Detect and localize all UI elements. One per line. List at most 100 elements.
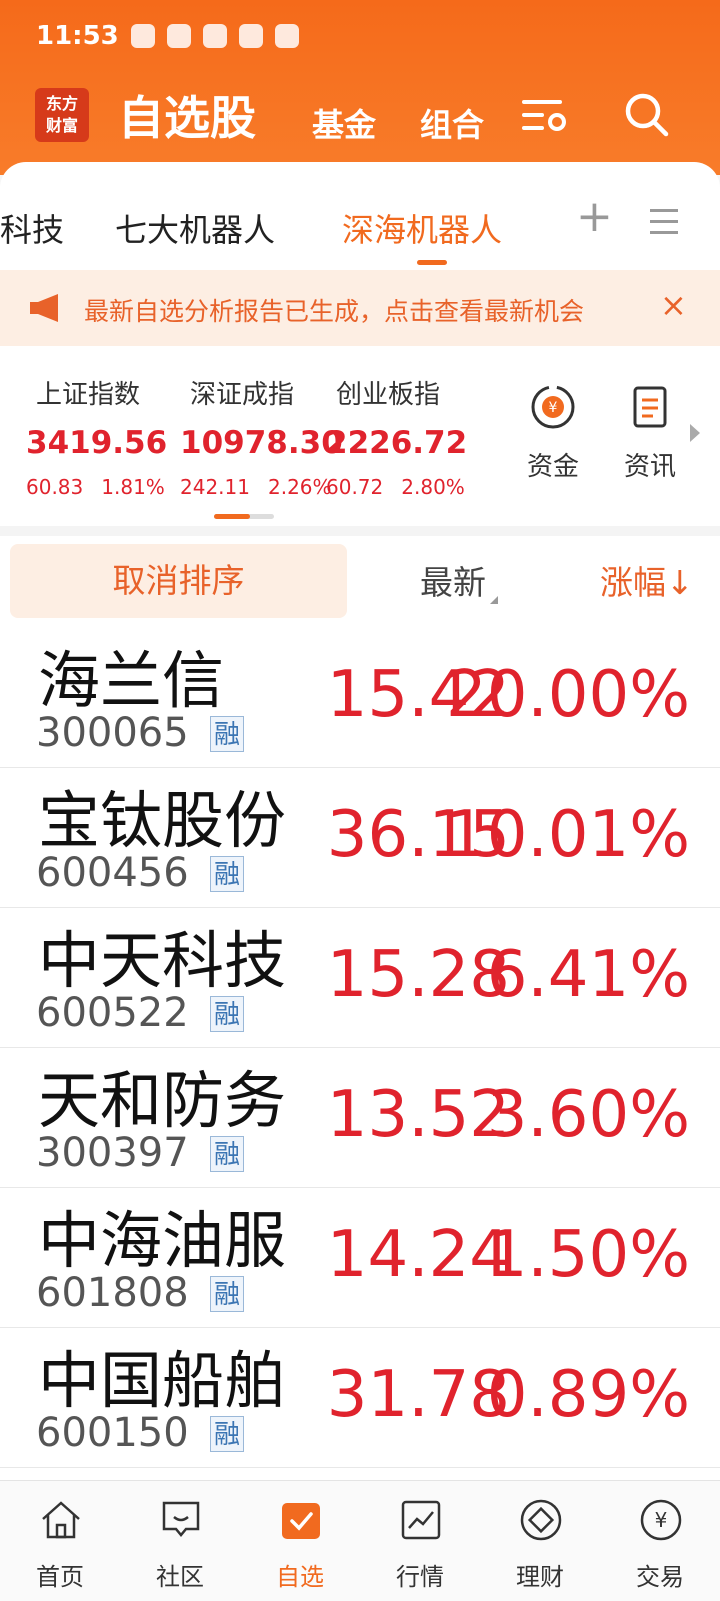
wechat-icon <box>166 24 191 48</box>
report-notice-banner[interactable]: 最新自选分析报告已生成，点击查看最新机会 × <box>0 270 720 346</box>
nav-community[interactable]: 社区 <box>120 1481 240 1601</box>
tab-seven-robots[interactable]: 七大机器人 <box>115 205 275 251</box>
top-bar: 11:53 东方 财富 自选股 基金 组合 <box>0 0 720 175</box>
page-title[interactable]: 自选股 <box>118 82 256 148</box>
index-card[interactable]: 创业板指 2226.72 60.72 2.80% <box>326 374 476 499</box>
fund-tab[interactable]: 基金 <box>312 100 376 146</box>
stock-code: 600522 <box>36 990 189 1036</box>
bottom-nav: 首页 社区 自选 行情 理财 ¥ 交易 <box>0 1480 720 1601</box>
index-strip: 上证指数 3419.56 60.83 1.81% 深证成指 10978.30 24… <box>0 346 720 526</box>
nav-label: 自选 <box>276 1563 324 1591</box>
svg-text:¥: ¥ <box>549 400 558 416</box>
divider <box>0 526 720 536</box>
stock-change: 10.01% <box>445 798 690 872</box>
add-group-icon[interactable]: + <box>576 191 613 242</box>
tab-tech[interactable]: 科技 <box>0 205 64 251</box>
table-row[interactable]: 宝钛股份 600456 融 36.15 10.01% <box>0 768 720 908</box>
index-card[interactable]: 深证成指 10978.30 242.11 2.26% <box>180 374 343 499</box>
book-icon <box>238 24 263 48</box>
nav-label: 社区 <box>156 1563 204 1591</box>
nav-label: 理财 <box>516 1563 564 1591</box>
stock-name: 中天科技 <box>38 924 287 997</box>
notice-text: 最新自选分析报告已生成，点击查看最新机会 <box>84 297 585 326</box>
app-icon <box>274 24 299 48</box>
stock-name: 中国船舶 <box>38 1344 287 1417</box>
tab-deep-sea-robots[interactable]: 深海机器人 <box>342 205 502 251</box>
stock-price: 31.78 <box>326 1358 510 1432</box>
news-shortcut[interactable]: 资讯 <box>610 382 690 483</box>
funds-label: 资金 <box>526 452 579 482</box>
watchlist-icon <box>282 1503 320 1539</box>
active-tab-indicator <box>417 260 447 265</box>
community-icon <box>162 1501 200 1537</box>
stock-name: 天和防务 <box>38 1064 287 1137</box>
table-row[interactable]: 中天科技 600522 融 15.28 6.41% <box>0 908 720 1048</box>
news-icon <box>633 386 667 428</box>
wealth-icon <box>520 1499 562 1541</box>
status-bar: 11:53 <box>36 16 299 56</box>
latest-price-header[interactable]: 最新 <box>420 556 498 604</box>
index-value: 2226.72 <box>326 425 468 461</box>
combo-tab[interactable]: 组合 <box>420 100 484 146</box>
stock-price: 13.52 <box>326 1078 510 1152</box>
index-change: 60.72 2.80% <box>326 475 465 499</box>
close-icon[interactable]: × <box>660 286 687 324</box>
status-time: 11:53 <box>36 21 119 51</box>
scroll-right-icon[interactable] <box>690 424 700 442</box>
index-card[interactable]: 上证指数 3419.56 60.83 1.81% <box>26 374 176 499</box>
market-icon <box>401 1500 441 1540</box>
nav-label: 行情 <box>396 1563 444 1591</box>
nav-home[interactable]: 首页 <box>0 1481 120 1601</box>
sort-bar: 取消排序 最新 涨幅↓ <box>0 536 720 629</box>
message-icon <box>202 24 227 48</box>
index-value: 3419.56 <box>26 425 168 461</box>
stock-list: 海兰信 300065 融 15.42 20.00% 宝钛股份 600456 融 … <box>0 628 720 1468</box>
search-icon[interactable] <box>622 90 672 140</box>
index-pager <box>214 514 274 519</box>
index-change: 60.83 1.81% <box>26 475 165 499</box>
stock-change: 20.00% <box>445 658 690 732</box>
margin-badge: 融 <box>210 856 244 892</box>
table-row[interactable]: 海兰信 300065 融 15.42 20.00% <box>0 628 720 768</box>
nav-label: 首页 <box>36 1563 84 1591</box>
nav-label: 交易 <box>636 1563 684 1591</box>
sort-indicator-icon <box>490 596 498 604</box>
table-row[interactable]: 中国船舶 600150 融 31.78 0.89% <box>0 1328 720 1468</box>
nav-wealth[interactable]: 理财 <box>480 1481 600 1601</box>
stock-code: 300065 <box>36 710 189 756</box>
app-notification-icon <box>130 24 155 48</box>
nav-market[interactable]: 行情 <box>360 1481 480 1601</box>
margin-badge: 融 <box>210 716 244 752</box>
index-name: 创业板指 <box>336 380 441 410</box>
megaphone-icon <box>30 294 58 322</box>
index-value: 10978.30 <box>180 425 343 461</box>
funds-shortcut[interactable]: ¥ 资金 <box>513 382 593 483</box>
stock-code: 600150 <box>36 1410 189 1456</box>
list-settings-icon[interactable] <box>520 90 570 140</box>
nav-watchlist[interactable]: 自选 <box>240 1481 360 1601</box>
home-icon <box>42 1501 80 1539</box>
group-menu-icon[interactable] <box>650 209 678 242</box>
cancel-sort-button[interactable]: 取消排序 <box>10 544 347 618</box>
stock-change: 6.41% <box>486 938 690 1012</box>
change-header[interactable]: 涨幅↓ <box>600 556 694 604</box>
margin-badge: 融 <box>210 996 244 1032</box>
nav-trade[interactable]: ¥ 交易 <box>600 1481 720 1601</box>
stock-name: 中海油服 <box>38 1204 287 1277</box>
trade-icon: ¥ <box>640 1499 682 1541</box>
index-name: 上证指数 <box>36 380 141 410</box>
table-row[interactable]: 天和防务 300397 融 13.52 3.60% <box>0 1048 720 1188</box>
stock-code: 600456 <box>36 850 189 896</box>
stock-change: 3.60% <box>486 1078 690 1152</box>
stock-price: 14.24 <box>326 1218 510 1292</box>
stock-change: 1.50% <box>486 1218 690 1292</box>
stock-price: 15.28 <box>326 938 510 1012</box>
stock-change: 0.89% <box>486 1358 690 1432</box>
group-tabs: 科技 七大机器人 深海机器人 + <box>0 165 720 265</box>
stock-code: 300397 <box>36 1130 189 1176</box>
table-row[interactable]: 中海油服 601808 融 14.24 1.50% <box>0 1188 720 1328</box>
margin-badge: 融 <box>210 1136 244 1172</box>
app-logo: 东方 财富 <box>35 88 89 142</box>
stock-name: 宝钛股份 <box>38 784 287 857</box>
funds-icon: ¥ <box>531 385 575 429</box>
